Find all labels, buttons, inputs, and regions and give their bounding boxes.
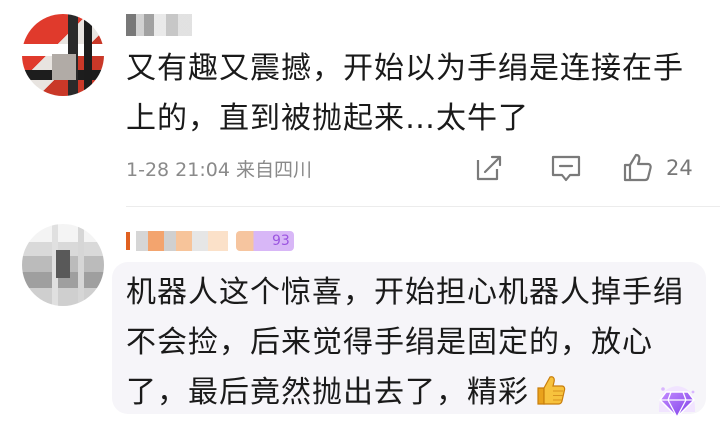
comment-icon [550,153,582,183]
gem-badge-icon [654,380,700,420]
like-button[interactable]: 24 [622,152,693,184]
comment-item: 又有趣又震撼，开始以为手绢是连接在手上的，直到被抛起来…太牛了 1-28 21:… [0,0,720,205]
username-pixel [126,232,130,250]
like-count: 24 [666,156,693,180]
comment-text: 又有趣又震撼，开始以为手绢是连接在手上的，直到被抛起来…太牛了 [126,51,684,136]
thumbs-up-emoji-icon [533,372,567,422]
avatar[interactable] [22,14,104,96]
level-badge: 93 [236,231,294,251]
divider [126,206,720,207]
comment-meta: 1-28 21:04 来自四川 [126,155,312,182]
username-blurred[interactable]: 93 [126,230,294,252]
share-button[interactable] [474,152,504,184]
comment-button[interactable] [550,152,582,184]
comment-time: 1-28 21:04 [126,159,230,181]
comment-text-content: 机器人这个惊喜，开始担心机器人掉手绢不会捡，后来觉得手绢是固定的，放心了，最后竟… [126,275,684,410]
username-pixel [136,231,228,251]
share-icon [474,153,504,183]
avatar[interactable] [22,224,104,306]
comment-text: 机器人这个惊喜，开始担心机器人掉手绢不会捡，后来觉得手绢是固定的，放心了，最后竟… [126,268,686,422]
comment-location: 来自四川 [235,159,312,181]
username-blurred[interactable] [126,14,192,36]
thumbs-up-icon [622,152,654,184]
